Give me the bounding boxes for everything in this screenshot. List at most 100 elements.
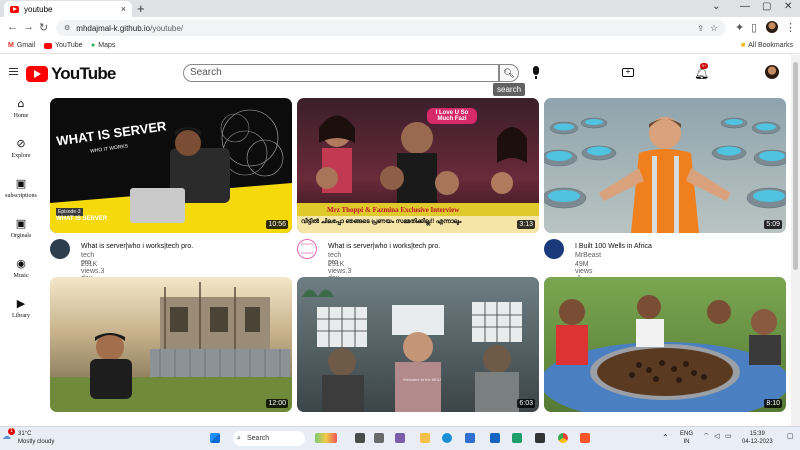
file-explorer-icon[interactable] [420, 433, 430, 443]
thumbnail-art [50, 282, 292, 412]
video-thumbnail[interactable]: 12:00 [50, 277, 292, 412]
widgets-icon[interactable] [315, 433, 337, 443]
app-icon[interactable] [512, 433, 522, 443]
forward-arrow-icon[interactable]: → [23, 21, 34, 33]
chevron-up-icon[interactable]: ⌃ [662, 434, 669, 442]
edge-icon[interactable] [442, 433, 452, 443]
minimize-button[interactable]: — [740, 1, 750, 12]
sidepanel-icon[interactable]: ▯ [751, 21, 757, 34]
store-icon[interactable] [465, 433, 475, 443]
video-thumbnail[interactable]: 5:09 [544, 98, 786, 233]
tab-title: youtube [24, 4, 53, 14]
account-avatar[interactable] [765, 65, 779, 79]
sidebar-item-music[interactable]: ◉ Music [0, 257, 42, 279]
new-tab-button[interactable]: + [137, 1, 145, 16]
word-icon[interactable] [490, 433, 500, 443]
reload-icon[interactable]: ↻ [39, 21, 48, 34]
video-thumbnail[interactable]: 8:10 [544, 277, 786, 412]
back-arrow-icon[interactable]: ← [7, 21, 18, 33]
video-duration: 3:13 [517, 220, 535, 229]
music-icon: ◉ [16, 257, 26, 270]
share-icon[interactable]: ⇪ [697, 24, 704, 33]
video-duration: 12:00 [266, 399, 288, 408]
browser-tab[interactable]: youtube × [4, 1, 132, 17]
thumbnail-art [544, 295, 786, 412]
bookmark-maps[interactable]: ● Maps [91, 42, 115, 49]
bookmark-gmail[interactable]: M Gmail [8, 42, 35, 49]
youtube-logo[interactable]: YouTube [26, 64, 116, 84]
video-title[interactable]: What is server|who i works|tech pro. [81, 243, 193, 250]
wifi-icon[interactable]: ⌔ [703, 433, 710, 441]
search-tooltip: search [493, 83, 526, 96]
taskbar-search[interactable]: ⌕ Search [233, 431, 305, 446]
thumbnail-bottom-text: WHAT IS SERVER [56, 216, 108, 222]
channel-avatar[interactable] [544, 239, 564, 259]
tab-close-icon[interactable]: × [121, 4, 126, 14]
thumbnail-malayalam-text: വീട്ടിൽ ചിലപ്പോ ഞങ്ങടെ പ്രണയം സമ്മതിക്കി… [301, 219, 462, 225]
browser-tab-strip: youtube × + ⌄ — ▢ ✕ [0, 0, 800, 17]
profile-avatar[interactable] [766, 21, 778, 33]
maps-pin-icon: ● [91, 42, 96, 49]
sidebar-item-originals[interactable]: ▣ Orginals [0, 217, 42, 239]
channel-avatar[interactable]: DOMAIN CAMERA [297, 239, 317, 259]
scrollbar-thumb[interactable] [793, 62, 798, 270]
shirt-text: Welcome to the MCU [403, 377, 441, 382]
bookmark-youtube[interactable]: YouTube [44, 42, 83, 49]
bookmark-star-icon[interactable]: ☆ [710, 23, 718, 34]
task-view-icon[interactable] [355, 433, 365, 443]
video-duration: 6:03 [517, 399, 535, 408]
battery-icon[interactable]: ▭ [725, 433, 732, 441]
video-thumbnail[interactable]: I Love U So Much Fazi Mrz Thoppi & Fazmi… [297, 98, 539, 233]
search-icon: ⌕ [237, 435, 241, 442]
address-bar[interactable]: ⚙ mhdajmal-k.github.io/youtube/ ⇪ ☆ [56, 20, 726, 36]
gmail-icon: M [8, 42, 14, 49]
search-button[interactable]: 🔍︎ [499, 64, 519, 82]
search-input[interactable]: Search [183, 64, 499, 82]
menu-icon[interactable] [9, 68, 18, 75]
app-icon[interactable] [535, 433, 545, 443]
language-indicator[interactable]: ENG IN [680, 430, 693, 446]
chrome-icon[interactable] [558, 433, 568, 443]
video-title[interactable]: I Built 100 Wells in Africa [575, 243, 652, 250]
home-icon: ⌂ [17, 97, 25, 110]
sidebar-item-subscriptions[interactable]: ▣ subscriptions [0, 177, 42, 199]
youtube-play-icon [26, 66, 48, 82]
folder-icon: ■ [741, 42, 746, 49]
search-icon: 🔍︎ [503, 68, 515, 78]
video-duration: 10:56 [266, 220, 288, 229]
url-host: mhdajmal-k.github.io [76, 23, 151, 33]
video-title[interactable]: What is server|who i works|tech pro. [328, 243, 440, 250]
sidebar-item-library[interactable]: ▶ Library [0, 297, 42, 319]
episode-tag: Episode-3 [56, 208, 83, 216]
extensions-icon[interactable]: ✦ [735, 21, 744, 34]
all-bookmarks[interactable]: ■ All Bookmarks [741, 42, 793, 49]
clock[interactable]: 15:39 04-12-2023 [742, 430, 773, 446]
weather-desc: Mostly cloudy [18, 439, 55, 445]
maximize-button[interactable]: ▢ [762, 1, 771, 12]
close-window-button[interactable]: ✕ [784, 1, 792, 12]
brave-icon[interactable] [580, 433, 590, 443]
teams-icon[interactable] [395, 433, 405, 443]
youtube-header: YouTube Search 🔍︎ search + 🔔︎ 9+ [0, 55, 790, 96]
video-thumbnail[interactable]: Welcome to the MCU 6:03 [297, 277, 539, 412]
notification-center-icon[interactable]: ▢ [787, 433, 794, 441]
thumbnail-love-text: I Love U So Much Fazi [427, 108, 477, 124]
sidebar-item-explore[interactable]: ⊘ Explore [0, 137, 42, 159]
weather-widget[interactable]: 1 ☁ 31°C Mostly cloudy [2, 428, 55, 446]
youtube-favicon-icon [10, 5, 19, 13]
volume-icon[interactable]: ◁ [714, 433, 719, 441]
sidebar-item-home[interactable]: ⌂ Home [0, 97, 42, 119]
site-info-icon[interactable]: ⚙ [64, 24, 70, 32]
chrome-menu-icon[interactable]: ⋮ [785, 21, 796, 34]
library-icon: ▶ [16, 297, 26, 310]
app-icon[interactable] [374, 433, 384, 443]
microphone-icon[interactable] [533, 66, 539, 79]
channel-avatar[interactable] [50, 239, 70, 259]
channel-name[interactable]: MrBeast [575, 252, 601, 259]
windows-start-icon[interactable] [210, 433, 220, 443]
youtube-favicon-icon [44, 42, 52, 49]
video-thumbnail[interactable]: WHAT IS SERVER WHO IT WORKS Episode-3 WH… [50, 98, 292, 233]
sidebar: ⌂ Home ⊘ Explore ▣ subscriptions ▣ Orgin… [0, 91, 42, 426]
tab-search-icon[interactable]: ⌄ [712, 1, 720, 12]
create-video-icon[interactable]: + [622, 68, 634, 77]
